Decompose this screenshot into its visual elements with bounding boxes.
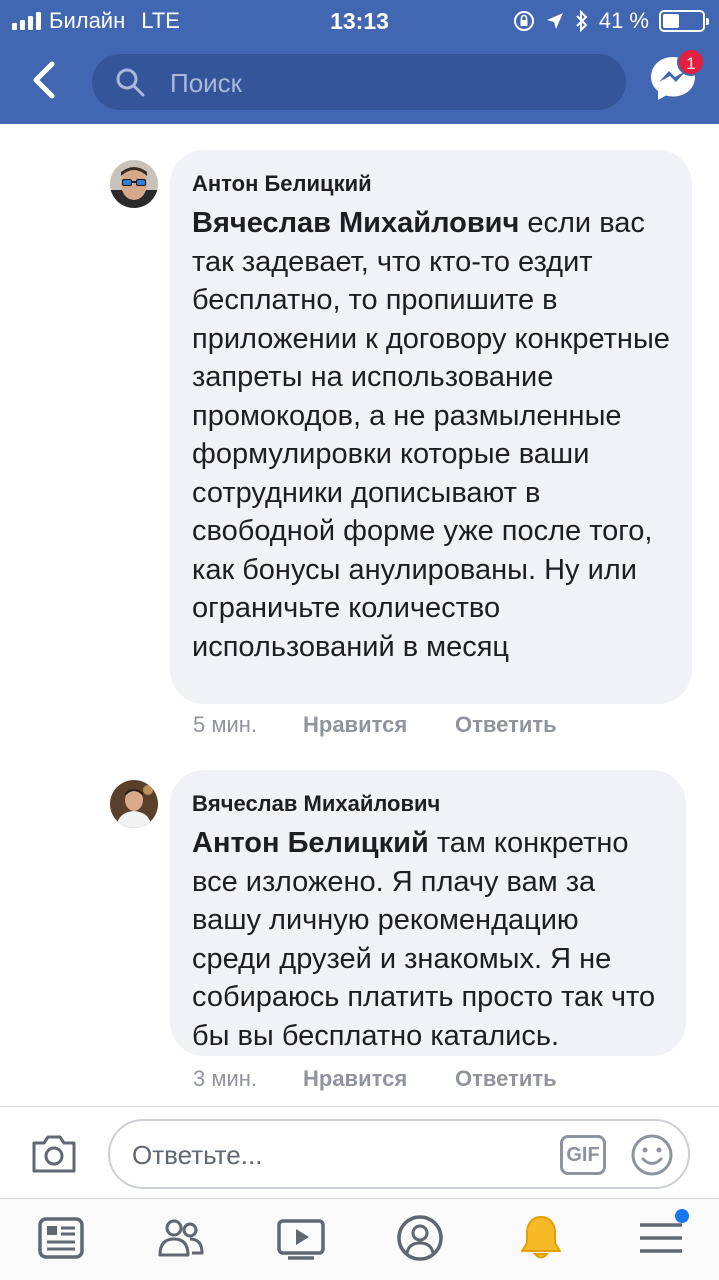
comment-time: 3 мин.	[193, 1066, 258, 1091]
bluetooth-icon	[576, 10, 588, 32]
reply-bar: Ответьте... GIF	[0, 1106, 719, 1198]
avatar[interactable]	[110, 160, 158, 208]
gif-button[interactable]: GIF	[560, 1135, 606, 1175]
nav-bar: Поиск 1	[0, 48, 719, 116]
notifications-icon[interactable]	[516, 1213, 566, 1263]
comment-bubble[interactable]: Вячеслав Михайлович Антон Белицкий там к…	[170, 770, 686, 1056]
reply-button[interactable]: Ответить	[455, 712, 557, 738]
comment-text: Вячеслав Михайлович если вас так задевае…	[192, 204, 670, 666]
news-feed-icon[interactable]	[36, 1213, 86, 1263]
like-button[interactable]: Нравится	[303, 712, 455, 738]
comment-bubble[interactable]: Антон Белицкий Вячеслав Михайлович если …	[170, 150, 692, 704]
bottom-tab-bar	[0, 1198, 719, 1280]
comment-text: Антон Белицкий там конкретно все изложен…	[192, 824, 664, 1055]
profile-icon[interactable]	[395, 1213, 445, 1263]
comment-body: там конкретно все изложено. Я плачу вам …	[192, 827, 656, 1052]
battery-icon	[659, 10, 709, 32]
status-bar: Билайн LTE 13:13 41 %	[0, 0, 719, 40]
search-placeholder: Поиск	[170, 68, 243, 98]
battery-percent: 41 %	[598, 8, 649, 33]
search-input[interactable]: Поиск	[92, 54, 626, 110]
friends-icon[interactable]	[156, 1213, 206, 1263]
emoji-icon[interactable]	[630, 1133, 674, 1177]
comment-mention[interactable]: Вячеслав Михайлович	[192, 207, 519, 239]
watch-icon[interactable]	[276, 1213, 326, 1263]
orientation-lock-icon	[513, 11, 534, 31]
back-arrow-icon[interactable]	[26, 56, 66, 104]
comment-time: 5 мин.	[193, 712, 258, 737]
avatar[interactable]	[110, 780, 158, 828]
reply-input[interactable]: Ответьте... GIF	[108, 1119, 690, 1189]
like-button[interactable]: Нравится	[303, 1066, 455, 1092]
location-icon	[546, 13, 563, 29]
messenger-badge: 1	[677, 48, 705, 76]
comment-actions: 3 мин. Нравится Ответить	[193, 1066, 557, 1092]
menu-notification-dot	[675, 1209, 689, 1223]
camera-icon[interactable]	[30, 1131, 78, 1175]
comment-author[interactable]: Антон Белицкий	[192, 170, 670, 198]
comment-mention[interactable]: Антон Белицкий	[192, 827, 429, 859]
search-icon	[116, 68, 145, 97]
top-header: Билайн LTE 13:13 41 % Поиск 1	[0, 0, 719, 124]
comment-author[interactable]: Вячеслав Михайлович	[192, 790, 664, 818]
comment-body: если вас так задевает, что кто-то ездит …	[192, 207, 670, 663]
reply-button[interactable]: Ответить	[455, 1066, 557, 1092]
comment-actions: 5 мин. Нравится Ответить	[193, 712, 557, 738]
reply-placeholder: Ответьте...	[132, 1140, 263, 1170]
